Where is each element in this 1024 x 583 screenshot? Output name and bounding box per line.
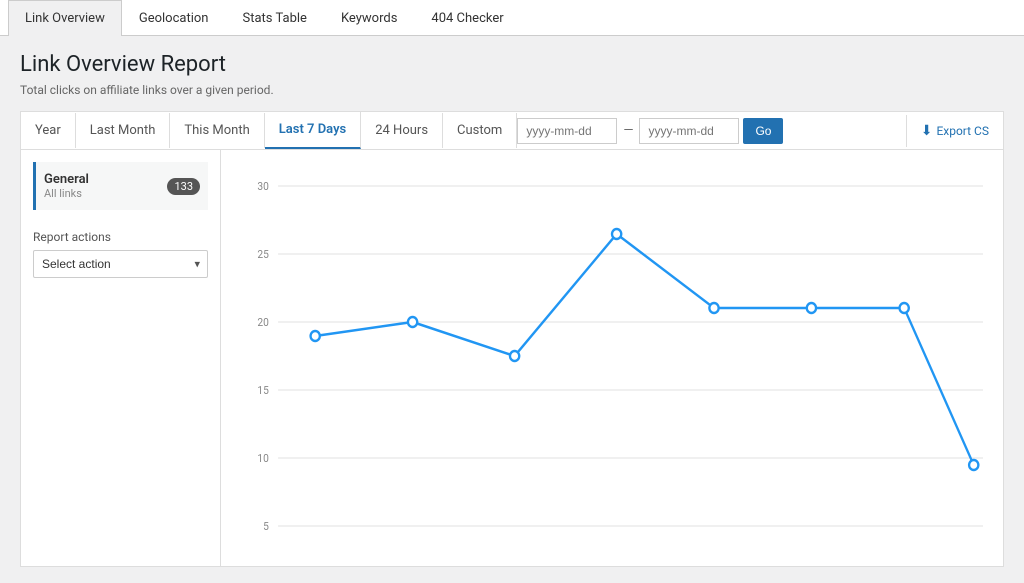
tab-link-overview[interactable]: Link Overview [8,0,122,36]
page-subtitle: Total clicks on affiliate links over a g… [20,83,1004,97]
main-area: General All links 133 Report actions Sel… [20,149,1004,567]
tab-404-checker[interactable]: 404 Checker [414,0,520,36]
page-content: Link Overview Report Total clicks on aff… [0,36,1024,583]
action-select-wrap: Select actionExport CSVExport PDF ▾ [33,250,208,278]
filter-last-month[interactable]: Last Month [76,113,171,148]
chart-point-7 [900,303,909,313]
filter-last-7-days[interactable]: Last 7 Days [265,112,361,149]
page-title: Link Overview Report [20,52,1004,77]
export-label: Export CS [936,124,989,138]
svg-text:15: 15 [257,384,268,397]
chart-point-8 [969,460,978,470]
chart-area: 30 25 20 15 10 5 [221,150,1003,566]
filter-year[interactable]: Year [21,113,76,148]
action-select[interactable]: Select actionExport CSVExport PDF [33,250,208,278]
date-from-input[interactable] [517,118,617,144]
sidebar-group-name: General [44,172,89,187]
report-actions-label: Report actions [33,230,208,244]
chart-point-4 [612,229,621,239]
chart-point-1 [311,331,320,341]
sidebar-group-general: General All links 133 [33,162,208,210]
export-icon: ⬇ [921,123,933,139]
tab-keywords[interactable]: Keywords [324,0,414,36]
svg-text:25: 25 [257,248,268,261]
tab-geolocation[interactable]: Geolocation [122,0,226,36]
tab-stats-table[interactable]: Stats Table [225,0,323,36]
top-navigation: Link Overview Geolocation Stats Table Ke… [0,0,1024,36]
chart-point-2 [408,317,417,327]
date-to-input[interactable] [639,118,739,144]
filter-24-hours[interactable]: 24 Hours [361,113,443,148]
report-actions-group: Report actions Select actionExport CSVEx… [33,230,208,278]
sidebar: General All links 133 Report actions Sel… [21,150,221,566]
export-button[interactable]: ⬇ Export CS [906,115,1003,147]
sidebar-group-header[interactable]: General All links 133 [33,162,208,210]
date-separator: — [617,123,639,138]
filter-bar: Year Last Month This Month Last 7 Days 2… [20,111,1004,149]
chart-point-5 [709,303,718,313]
go-button[interactable]: Go [743,118,783,144]
filter-custom[interactable]: Custom [443,113,517,148]
svg-text:5: 5 [263,520,269,533]
sidebar-badge: 133 [167,178,200,195]
svg-text:20: 20 [257,316,268,329]
svg-text:30: 30 [257,180,268,193]
line-chart: 30 25 20 15 10 5 [241,166,983,546]
chart-point-6 [807,303,816,313]
svg-text:10: 10 [257,452,268,465]
filter-this-month[interactable]: This Month [170,113,264,148]
sidebar-group-sub: All links [44,187,89,200]
chart-point-3 [510,351,519,361]
